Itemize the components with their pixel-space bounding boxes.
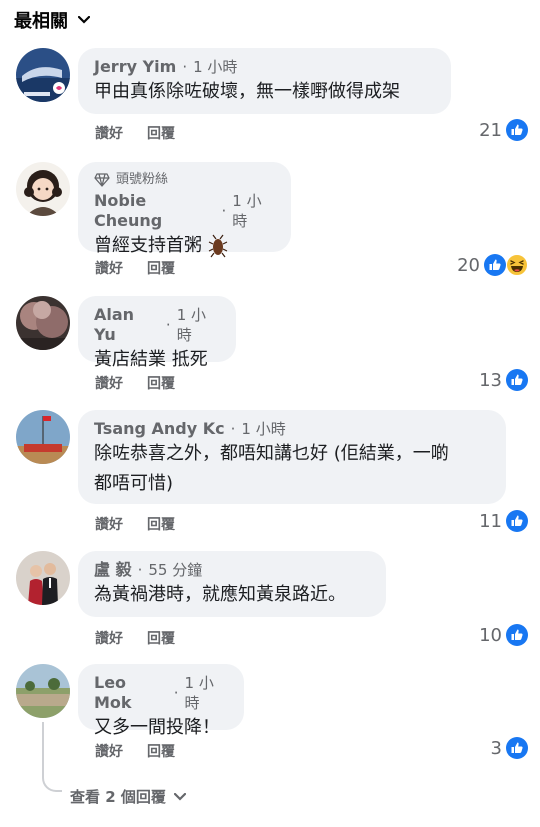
diamond-icon: [94, 173, 110, 187]
like-icon: [484, 254, 506, 276]
comment-text: 又多一間投降！: [94, 717, 220, 738]
comment-actions: 讚好 回覆: [95, 373, 175, 393]
reaction-count: 11: [479, 510, 502, 532]
comment-meta: 盧 毅 · 55 分鐘: [94, 560, 370, 580]
reaction-count: 13: [479, 369, 502, 391]
reaction-count: 21: [479, 119, 502, 141]
comment-bubble: Leo Mok · 1 小時 又多一間投降！: [78, 664, 244, 738]
like-button[interactable]: 讚好: [95, 628, 123, 648]
chevron-down-icon: [76, 12, 92, 28]
badge-label: 頭號粉絲: [116, 172, 169, 187]
comment-text: 為黃禍港時，就應知黃泉路近。: [94, 584, 346, 605]
comment-author[interactable]: Alan Yu: [94, 305, 160, 345]
avatar[interactable]: [16, 296, 70, 350]
like-icon: [506, 369, 528, 391]
sort-label: 最相關: [14, 11, 68, 32]
reply-button[interactable]: 回覆: [147, 628, 175, 648]
comment-text: 甲由真係除咗破壞，無一樣嘢做得成架: [94, 81, 400, 102]
comment-text-line1: 除咗恭喜之外，都唔知講乜好 (佢結業，一啲: [94, 443, 449, 464]
avatar[interactable]: [16, 48, 70, 102]
comment-actions: 讚好 回覆: [95, 741, 175, 761]
reaction-summary[interactable]: 20: [457, 254, 528, 276]
separator-dot: ·: [182, 58, 188, 76]
comment-bubble: 盧 毅 · 55 分鐘 為黃禍港時，就應知黃泉路近。: [78, 551, 386, 617]
like-button[interactable]: 讚好: [95, 373, 123, 393]
reaction-summary[interactable]: 3: [491, 737, 528, 759]
sort-dropdown[interactable]: 最相關: [14, 6, 92, 34]
cockroach-emoji-icon: [208, 234, 228, 258]
comment-time[interactable]: 1 小時: [232, 191, 275, 231]
comment-bubble: Alan Yu · 1 小時 黃店結業 抵死: [78, 296, 236, 370]
reaction-summary[interactable]: 10: [479, 624, 528, 646]
avatar[interactable]: [16, 664, 70, 718]
reply-button[interactable]: 回覆: [147, 514, 175, 534]
comment-time[interactable]: 1 小時: [193, 57, 237, 77]
reply-button[interactable]: 回覆: [147, 258, 175, 278]
comment-meta: Leo Mok · 1 小時: [94, 673, 228, 713]
reply-button[interactable]: 回覆: [147, 373, 175, 393]
comment-time[interactable]: 55 分鐘: [148, 560, 202, 580]
view-replies-label: 查看 2 個回覆: [70, 788, 166, 806]
like-button[interactable]: 讚好: [95, 741, 123, 761]
avatar[interactable]: [16, 551, 70, 605]
avatar[interactable]: [16, 410, 70, 464]
comment-bubble: Jerry Yim · 1 小時 甲由真係除咗破壞，無一樣嘢做得成架: [78, 48, 451, 114]
like-button[interactable]: 讚好: [95, 258, 123, 278]
comment-bubble: Tsang Andy Kc · 1 小時 除咗恭喜之外，都唔知講乜好 (佢結業，…: [78, 410, 506, 504]
comment-author[interactable]: Jerry Yim: [94, 57, 176, 77]
separator-dot: ·: [173, 684, 179, 702]
comment-author[interactable]: Nobie Cheung: [94, 191, 215, 231]
reaction-count: 10: [479, 624, 502, 646]
reaction-count: 3: [490, 737, 502, 759]
chevron-down-icon: [173, 792, 186, 801]
comment-time[interactable]: 1 小時: [241, 419, 285, 439]
reply-button[interactable]: 回覆: [147, 741, 175, 761]
comment-actions: 讚好 回覆: [95, 628, 175, 648]
comment-author[interactable]: Leo Mok: [94, 673, 168, 713]
like-icon: [506, 510, 528, 532]
comment-text: 黃店結業 抵死: [94, 349, 208, 370]
reaction-summary[interactable]: 11: [479, 510, 528, 532]
comment-time[interactable]: 1 小時: [177, 305, 220, 345]
comment-bubble: 頭號粉絲 Nobie Cheung · 1 小時 曾經支持首粥: [78, 162, 291, 258]
like-icon: [506, 119, 528, 141]
comment-text: 曾經支持首粥: [94, 235, 202, 256]
reaction-count: 20: [457, 254, 480, 276]
comment-meta: Alan Yu · 1 小時: [94, 305, 220, 345]
comment-meta: Jerry Yim · 1 小時: [94, 57, 435, 77]
comment-actions: 讚好 回覆: [95, 258, 175, 278]
separator-dot: ·: [165, 316, 171, 334]
comment-text-line2: 都唔可惜): [94, 473, 174, 494]
like-button[interactable]: 讚好: [95, 514, 123, 534]
reaction-summary[interactable]: 13: [479, 369, 528, 391]
avatar[interactable]: [16, 162, 70, 216]
top-fan-badge: 頭號粉絲: [94, 171, 275, 189]
comment-actions: 讚好 回覆: [95, 123, 175, 143]
comment-author[interactable]: 盧 毅: [94, 560, 132, 580]
comment-actions: 讚好 回覆: [95, 514, 175, 534]
comment-meta: Tsang Andy Kc · 1 小時: [94, 419, 490, 439]
like-button[interactable]: 讚好: [95, 123, 123, 143]
separator-dot: ·: [221, 202, 227, 220]
haha-icon: [506, 254, 528, 276]
like-icon: [506, 737, 528, 759]
reaction-summary[interactable]: 21: [479, 119, 528, 141]
like-icon: [506, 624, 528, 646]
reply-button[interactable]: 回覆: [147, 123, 175, 143]
comment-time[interactable]: 1 小時: [185, 673, 228, 713]
comment-text-row: 曾經支持首粥: [94, 231, 275, 261]
separator-dot: ·: [137, 561, 143, 579]
reply-thread-line: [42, 722, 62, 792]
view-replies-button[interactable]: 查看 2 個回覆: [70, 786, 186, 807]
separator-dot: ·: [230, 420, 236, 438]
comment-author[interactable]: Tsang Andy Kc: [94, 419, 225, 439]
comment-meta: Nobie Cheung · 1 小時: [94, 191, 275, 231]
